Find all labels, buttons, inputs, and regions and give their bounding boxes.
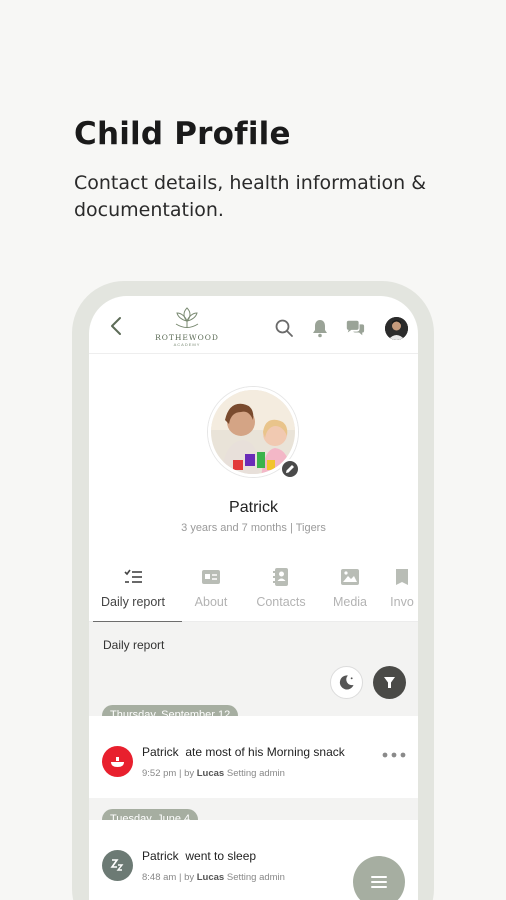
- moon-icon: [339, 675, 354, 690]
- avatar[interactable]: [385, 317, 408, 340]
- hero-subtitle: Contact details, health information & do…: [74, 172, 427, 221]
- image-icon: [341, 569, 359, 585]
- child-meta: 3 years and 7 months | Tigers: [181, 522, 326, 534]
- id-card-icon: [202, 570, 220, 584]
- tab-daily-report[interactable]: Daily report: [93, 560, 182, 623]
- night-mode-button[interactable]: [330, 666, 363, 699]
- child-name: Patrick: [229, 499, 278, 516]
- sleep-icon: [102, 850, 133, 881]
- search-icon[interactable]: [274, 318, 294, 338]
- filter-button[interactable]: [373, 666, 406, 699]
- hero-title: Child Profile: [74, 116, 291, 152]
- meal-icon: [102, 746, 133, 777]
- tab-label: About: [194, 595, 228, 609]
- logo-subtext: ACADEMY: [173, 342, 201, 347]
- tab-invoices[interactable]: Invo: [372, 560, 418, 622]
- filter-icon: [384, 677, 395, 688]
- top-bar: ROTHEWOOD ACADEMY: [89, 296, 418, 354]
- section-title: Daily report: [103, 638, 165, 652]
- back-icon[interactable]: [107, 316, 127, 336]
- edit-photo-button[interactable]: [280, 459, 300, 479]
- tab-about[interactable]: About: [171, 560, 251, 622]
- profile-tabs: Daily report About Contacts Media Invo: [89, 560, 418, 623]
- chat-icon[interactable]: [345, 318, 365, 338]
- menu-fab[interactable]: [353, 856, 405, 900]
- entry-meta: 9:52 pm | by Lucas Setting admin: [142, 768, 285, 779]
- checklist-icon: [124, 569, 142, 583]
- list-item[interactable]: Patrick ate most of his Morning snack 9:…: [89, 716, 418, 798]
- logo-text: ROTHEWOOD: [155, 333, 219, 342]
- academy-logo[interactable]: ROTHEWOOD ACADEMY: [151, 304, 223, 352]
- entry-text: Patrick went to sleep: [142, 849, 257, 863]
- invoice-icon: [396, 569, 408, 585]
- menu-icon: [371, 876, 387, 888]
- tab-contacts[interactable]: Contacts: [241, 560, 321, 622]
- user-avatar-icon: [385, 317, 408, 340]
- tab-label: Contacts: [256, 595, 306, 609]
- entry-text: Patrick ate most of his Morning snack: [142, 745, 345, 759]
- tab-label: Invo: [390, 595, 414, 609]
- bell-icon[interactable]: [310, 318, 330, 338]
- tab-label: Daily report: [101, 595, 165, 609]
- entry-meta: 8:48 am | by Lucas Setting admin: [142, 872, 285, 883]
- leaf-logo-icon: [175, 307, 199, 328]
- more-options-icon[interactable]: [382, 751, 406, 759]
- contacts-icon: [273, 568, 288, 586]
- app-screen: ROTHEWOOD ACADEMY Patrick 3 years and 7 …: [89, 296, 418, 900]
- pencil-icon: [286, 465, 294, 473]
